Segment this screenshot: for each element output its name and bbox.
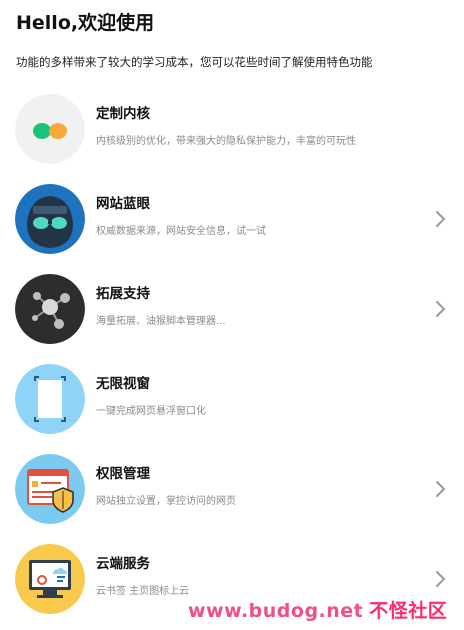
feature-description: 内核级别的优化，带来强大的隐私保护能力，丰富的可玩性 [96,136,356,147]
feature-name: 云端服务 [96,556,150,572]
feature-name: 网站蓝眼 [96,196,150,212]
feature-item-floating-window[interactable]: 无限视窗 一键完成网页悬浮窗口化 [0,358,464,448]
permission-icon [15,454,85,524]
feature-description: 网站独立设置，掌控访问的网页 [96,496,236,507]
feature-item-blue-eye[interactable]: 网站蓝眼 权威数据来源，网站安全信息，试一试 [0,178,464,268]
cloud-service-icon [15,544,85,614]
watermark: www.budog.net 不怪社区 [188,596,447,623]
feature-description: 权威数据来源，网站安全信息，试一试 [96,226,266,237]
feature-description: 一键完成网页悬浮窗口化 [96,406,206,417]
blue-eye-icon [15,184,85,254]
feature-name: 无限视窗 [96,376,150,392]
chevron-right-icon[interactable] [434,298,448,320]
feature-item-extension[interactable]: 拓展支持 海量拓展、油猴脚本管理器... [0,268,464,358]
page-title: Hello,欢迎使用 [16,12,155,34]
feature-name: 拓展支持 [96,286,150,302]
watermark-url: www.budog.net [188,600,364,622]
floating-window-icon [15,364,85,434]
feature-description: 云书签 主页图标上云 [96,586,190,597]
feature-item-permission[interactable]: 权限管理 网站独立设置，掌控访问的网页 [0,448,464,538]
feature-name: 定制内核 [96,106,150,122]
feature-name: 权限管理 [96,466,150,482]
feature-description: 海量拓展、油猴脚本管理器... [96,316,226,327]
watermark-site-name: 不怪社区 [369,600,448,622]
chevron-right-icon[interactable] [434,208,448,230]
chevron-right-icon[interactable] [434,478,448,500]
kernel-icon [15,94,85,164]
chevron-right-icon[interactable] [434,568,448,590]
extension-icon [15,274,85,344]
page-subtitle: 功能的多样带来了较大的学习成本，您可以花些时间了解使用特色功能 [16,55,373,69]
feature-item-kernel[interactable]: 定制内核 内核级别的优化，带来强大的隐私保护能力，丰富的可玩性 [0,88,464,178]
